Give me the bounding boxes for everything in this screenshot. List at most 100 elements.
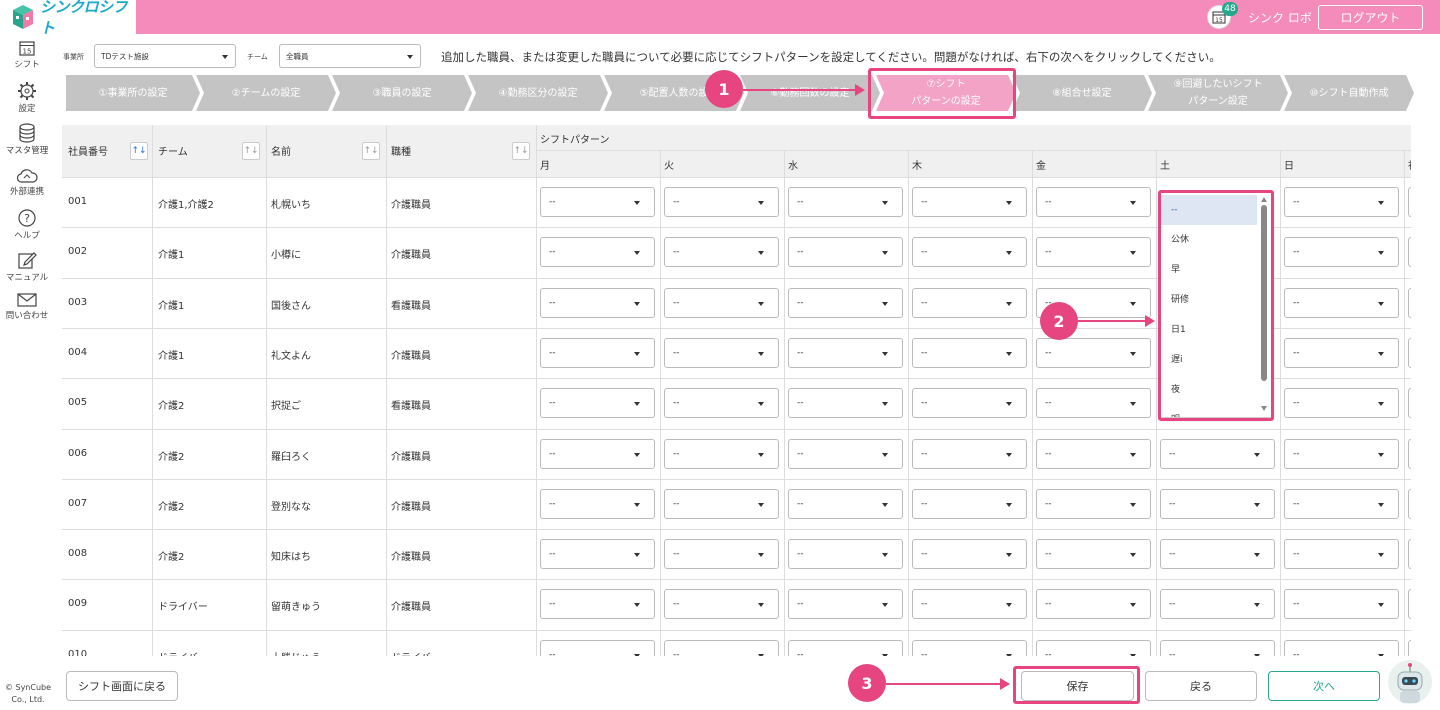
shift-pattern-select[interactable]: -- (912, 439, 1027, 469)
step-1[interactable]: ①事業所の設定 (66, 75, 200, 111)
step-2[interactable]: ②チームの設定 (196, 75, 336, 111)
shift-pattern-select[interactable]: -- (912, 388, 1027, 418)
shift-pattern-select[interactable]: -- (1408, 589, 1411, 619)
shift-pattern-select[interactable]: -- (1160, 489, 1275, 519)
shift-pattern-select[interactable]: -- (664, 187, 779, 217)
sidebar-item-help[interactable]: ? ヘルプ (0, 208, 54, 241)
logout-button[interactable]: ログアウト (1318, 5, 1423, 30)
shift-pattern-select[interactable]: -- (1036, 489, 1151, 519)
shift-pattern-select[interactable]: -- (540, 589, 655, 619)
shift-pattern-select[interactable]: -- (788, 439, 903, 469)
shift-pattern-select[interactable]: -- (912, 288, 1027, 318)
shift-pattern-select[interactable]: -- (664, 640, 779, 656)
sort-icon[interactable]: ↑↓ (362, 142, 380, 160)
shift-pattern-select[interactable]: -- (664, 388, 779, 418)
sidebar-item-manual[interactable]: マニュアル (0, 250, 54, 283)
shift-pattern-select[interactable]: -- (1284, 489, 1399, 519)
shift-pattern-select[interactable]: -- (1160, 589, 1275, 619)
app-logo[interactable]: シンクロシフト (0, 0, 136, 37)
next-button[interactable]: 次へ (1268, 671, 1380, 701)
shift-pattern-select[interactable]: -- (1160, 439, 1275, 469)
shift-pattern-select[interactable]: -- (1284, 539, 1399, 569)
shift-pattern-select[interactable]: -- (664, 288, 779, 318)
shift-pattern-select[interactable]: -- (540, 439, 655, 469)
shift-pattern-select[interactable]: -- (1160, 539, 1275, 569)
shift-pattern-select[interactable]: -- (912, 539, 1027, 569)
shift-pattern-select[interactable]: -- (1408, 388, 1411, 418)
shift-pattern-select[interactable]: -- (540, 640, 655, 656)
shift-pattern-select[interactable]: -- (540, 539, 655, 569)
back-to-shift-button[interactable]: シフト画面に戻る (66, 671, 178, 701)
shift-pattern-select[interactable]: -- (1284, 439, 1399, 469)
shift-pattern-select[interactable]: -- (912, 489, 1027, 519)
facility-select[interactable]: TDテスト施設 (94, 44, 236, 68)
shift-pattern-select[interactable]: -- (1284, 237, 1399, 267)
shift-pattern-select[interactable]: -- (912, 338, 1027, 368)
step-8[interactable]: ⑧組合せ設定 (1012, 75, 1152, 111)
sidebar-item-settings[interactable]: 設定 (0, 81, 54, 114)
shift-pattern-select[interactable]: -- (1036, 439, 1151, 469)
sidebar-item-shift[interactable]: 15 シフト (0, 39, 54, 70)
shift-pattern-select[interactable]: -- (1284, 288, 1399, 318)
sidebar-item-master[interactable]: マスタ管理 (0, 123, 54, 156)
assistant-robot-avatar[interactable] (1388, 660, 1432, 704)
shift-pattern-select[interactable]: -- (788, 237, 903, 267)
shift-pattern-select[interactable]: -- (788, 640, 903, 656)
shift-pattern-select[interactable]: -- (1036, 539, 1151, 569)
shift-pattern-select[interactable]: -- (1160, 640, 1275, 656)
shift-pattern-select[interactable]: -- (664, 589, 779, 619)
shift-pattern-select[interactable]: -- (540, 288, 655, 318)
shift-pattern-select[interactable]: -- (912, 640, 1027, 656)
shift-pattern-select[interactable]: -- (540, 338, 655, 368)
shift-pattern-select[interactable]: -- (912, 187, 1027, 217)
shift-pattern-select[interactable]: -- (1408, 338, 1411, 368)
shift-pattern-select[interactable]: -- (540, 489, 655, 519)
shift-pattern-select[interactable]: -- (664, 539, 779, 569)
shift-pattern-select[interactable]: -- (788, 489, 903, 519)
sort-icon[interactable]: ↑↓ (512, 142, 530, 160)
shift-pattern-select[interactable]: -- (1408, 288, 1411, 318)
shift-pattern-select[interactable]: -- (1284, 589, 1399, 619)
shift-pattern-select[interactable]: -- (1284, 640, 1399, 656)
shift-pattern-select[interactable]: -- (788, 539, 903, 569)
shift-pattern-select[interactable]: -- (1036, 338, 1151, 368)
shift-pattern-select[interactable]: -- (1036, 187, 1151, 217)
shift-pattern-select[interactable]: -- (664, 439, 779, 469)
step-10[interactable]: ⑩シフト自動作成 (1284, 75, 1414, 111)
shift-pattern-select[interactable]: -- (1036, 640, 1151, 656)
shift-pattern-select[interactable]: -- (788, 338, 903, 368)
shift-pattern-select[interactable]: -- (540, 237, 655, 267)
team-select[interactable]: 全職員 (279, 44, 421, 68)
sort-icon[interactable]: ↑↓ (130, 142, 148, 160)
shift-pattern-select[interactable]: -- (540, 187, 655, 217)
shift-pattern-select[interactable]: -- (1036, 589, 1151, 619)
step-9[interactable]: ⑨回避したいシフト パターン設定 (1148, 75, 1288, 111)
shift-pattern-select[interactable]: -- (664, 338, 779, 368)
shift-pattern-select[interactable]: -- (1284, 187, 1399, 217)
shift-pattern-select[interactable]: -- (788, 589, 903, 619)
shift-pattern-select[interactable]: -- (1036, 237, 1151, 267)
back-button[interactable]: 戻る (1145, 671, 1257, 701)
step-4[interactable]: ④勤務区分の設定 (468, 75, 608, 111)
shift-pattern-select[interactable]: -- (912, 237, 1027, 267)
shift-pattern-select[interactable]: -- (788, 187, 903, 217)
sidebar-item-external[interactable]: 外部連携 (0, 168, 54, 197)
shift-pattern-select[interactable]: -- (540, 388, 655, 418)
shift-pattern-select[interactable]: -- (788, 388, 903, 418)
step-3[interactable]: ③職員の設定 (332, 75, 472, 111)
sort-icon[interactable]: ↑↓ (242, 142, 260, 160)
shift-pattern-select[interactable]: -- (1408, 640, 1411, 656)
shift-pattern-select[interactable]: -- (1408, 489, 1411, 519)
shift-pattern-select[interactable]: -- (788, 288, 903, 318)
shift-pattern-select[interactable]: -- (664, 237, 779, 267)
shift-pattern-select[interactable]: -- (1408, 187, 1411, 217)
shift-pattern-select[interactable]: -- (664, 489, 779, 519)
shift-pattern-select[interactable]: -- (1408, 539, 1411, 569)
shift-pattern-select[interactable]: -- (1284, 338, 1399, 368)
sidebar-item-contact[interactable]: 問い合わせ (0, 292, 54, 321)
shift-pattern-select[interactable]: -- (912, 589, 1027, 619)
shift-pattern-select[interactable]: -- (1284, 388, 1399, 418)
shift-pattern-select[interactable]: -- (1408, 237, 1411, 267)
shift-pattern-select[interactable]: -- (1408, 439, 1411, 469)
shift-pattern-select[interactable]: -- (1036, 388, 1151, 418)
